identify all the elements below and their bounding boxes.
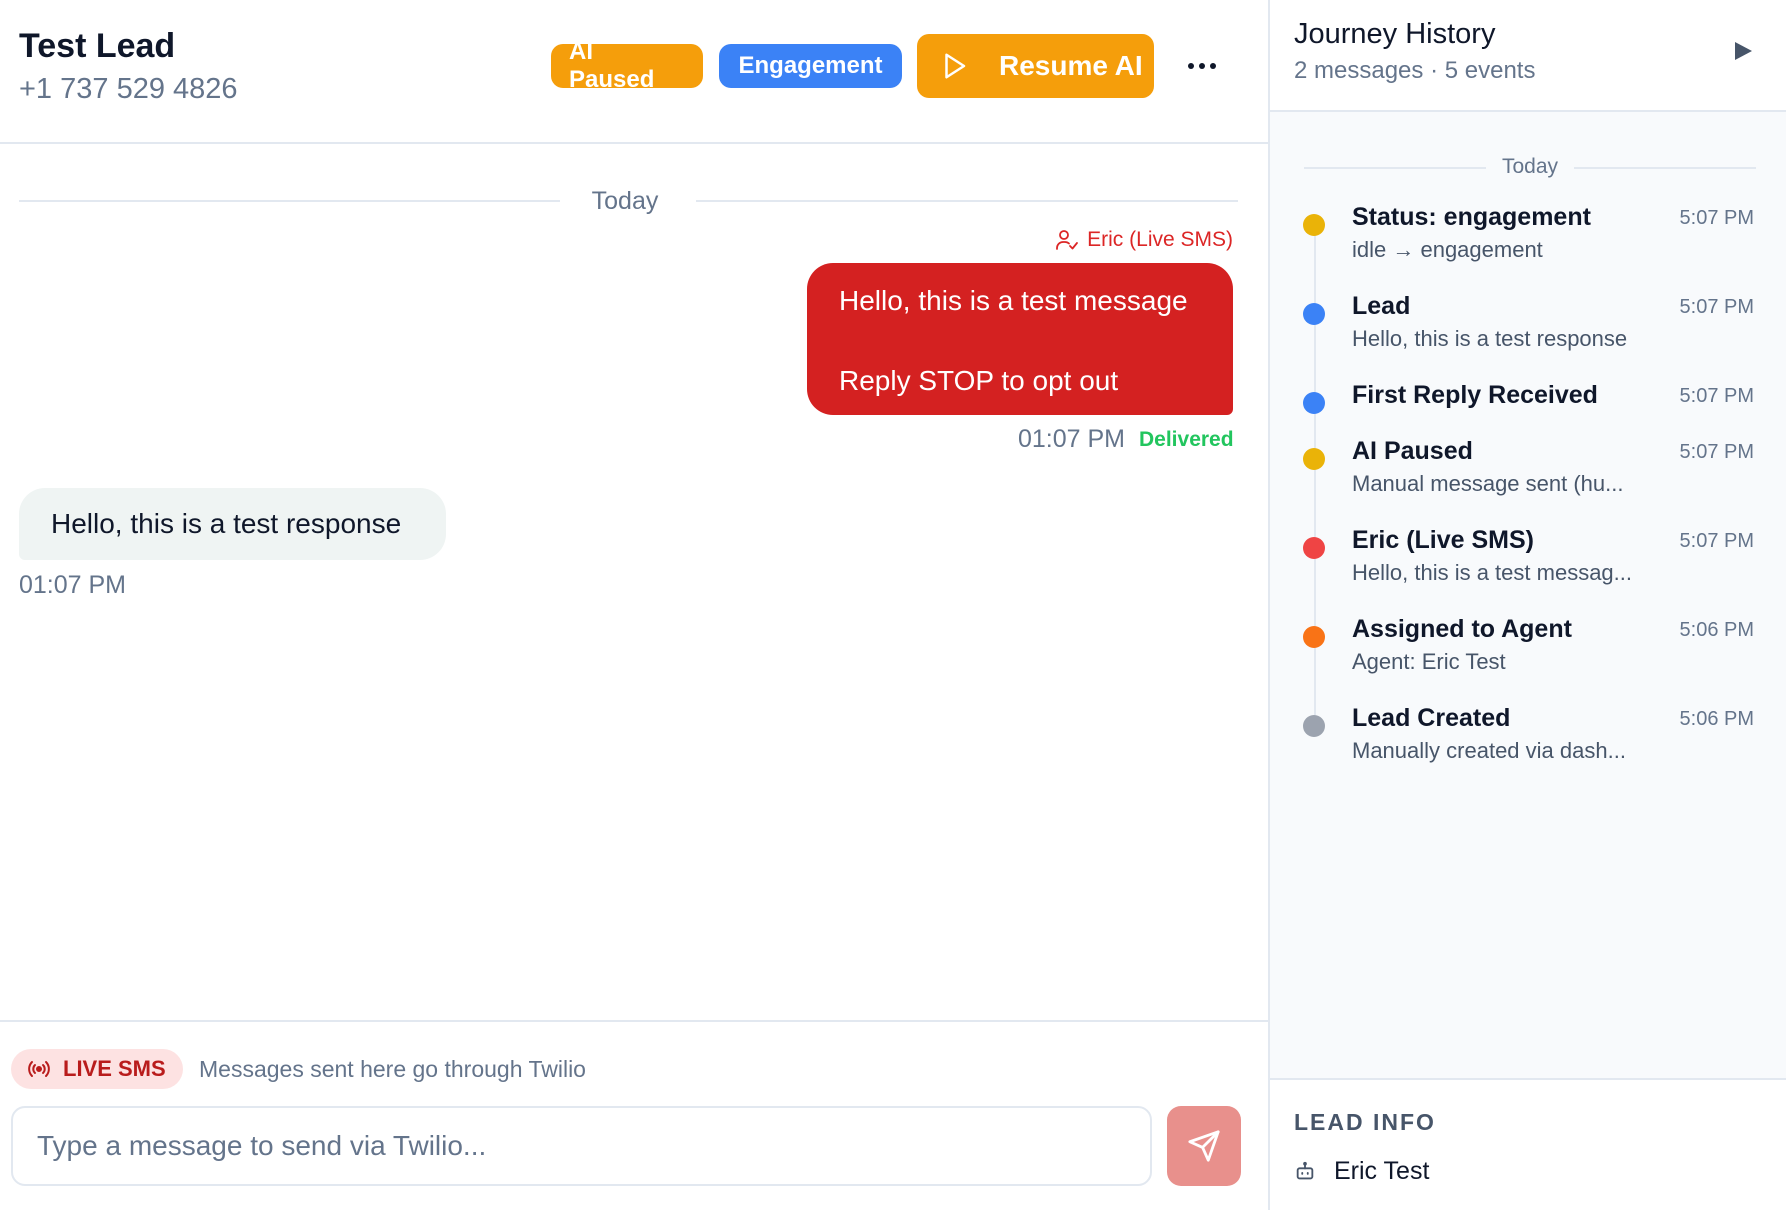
sender-label: Eric (Live SMS)	[1087, 228, 1233, 251]
chat-header: Test Lead +1 737 529 4826 AI Paused Enga…	[0, 0, 1268, 144]
send-icon	[1188, 1130, 1220, 1162]
chat-area: Test Lead +1 737 529 4826 AI Paused Enga…	[0, 0, 1268, 1210]
event-time: 5:07 PM	[1679, 296, 1754, 318]
event-title: Eric (Live SMS)	[1352, 526, 1534, 554]
event-description: Hello, this is a test response	[1352, 326, 1628, 351]
timeline-event[interactable]: Lead Created Manually created via dash..…	[1270, 704, 1786, 784]
event-dot	[1303, 303, 1325, 325]
assigned-agent: Eric Test	[1294, 1157, 1429, 1186]
message-input[interactable]	[11, 1106, 1152, 1186]
live-sms-badge: LIVE SMS	[11, 1049, 183, 1089]
lead-name: Test Lead	[19, 27, 176, 65]
lead-info-title: LEAD INFO	[1294, 1109, 1436, 1135]
timeline-event[interactable]: Assigned to Agent Agent: Eric Test 5:06 …	[1270, 615, 1786, 695]
date-divider-left	[19, 200, 560, 202]
date-divider-right	[696, 200, 1238, 202]
event-title: Status: engagement	[1352, 203, 1591, 231]
outgoing-message-time: 01:07 PM	[1018, 425, 1126, 453]
event-description: Agent: Eric Test	[1352, 649, 1506, 674]
user-check-icon	[1056, 230, 1079, 250]
message-composer: LIVE SMS Messages sent here go through T…	[0, 1020, 1268, 1210]
event-description: Manually created via dash...	[1352, 738, 1626, 763]
play-icon	[945, 53, 966, 79]
event-time: 5:07 PM	[1679, 207, 1754, 229]
outgoing-message-line2: Reply STOP to opt out	[839, 365, 1119, 396]
event-dot	[1303, 626, 1325, 648]
timeline-event[interactable]: Lead Hello, this is a test response 5:07…	[1270, 292, 1786, 372]
message-sender: Eric (Live SMS)	[1055, 228, 1233, 252]
send-button[interactable]	[1167, 1106, 1241, 1186]
incoming-message-time: 01:07 PM	[19, 571, 127, 599]
event-dot	[1303, 392, 1325, 414]
agent-name: Eric Test	[1334, 1157, 1430, 1185]
event-time: 5:07 PM	[1679, 530, 1754, 552]
event-time: 5:06 PM	[1679, 708, 1754, 730]
timeline-event[interactable]: Status: engagement idle → engagement 5:0…	[1270, 203, 1786, 283]
live-sms-label: LIVE SMS	[63, 1056, 166, 1081]
event-time: 5:07 PM	[1679, 441, 1754, 463]
more-options-button[interactable]	[1180, 46, 1224, 86]
timeline-event[interactable]: AI Paused Manual message sent (hu... 5:0…	[1270, 437, 1786, 517]
event-description: Hello, this is a test messag...	[1352, 560, 1632, 585]
timeline-date-divider-right	[1574, 167, 1756, 169]
event-time: 5:07 PM	[1679, 385, 1754, 407]
panel-title: Journey History	[1294, 18, 1496, 50]
event-title: First Reply Received	[1352, 381, 1598, 409]
resume-ai-button[interactable]: Resume AI	[917, 34, 1154, 98]
event-dot	[1303, 715, 1325, 737]
delivery-status: Delivered	[1139, 428, 1234, 451]
twilio-note: Messages sent here go through Twilio	[199, 1056, 586, 1082]
lead-phone: +1 737 529 4826	[19, 73, 238, 105]
event-description: idle → engagement	[1352, 237, 1543, 262]
event-dot	[1303, 214, 1325, 236]
resume-ai-label: Resume AI	[999, 50, 1143, 81]
broadcast-icon	[28, 1061, 50, 1077]
collapse-panel-button[interactable]	[1728, 36, 1758, 66]
date-divider-label: Today	[591, 187, 659, 215]
play-triangle-icon	[1735, 42, 1752, 60]
stage-badge[interactable]: Engagement	[719, 44, 902, 88]
event-dot	[1303, 448, 1325, 470]
timeline-date-divider-left	[1304, 167, 1486, 169]
timeline-event[interactable]: Eric (Live SMS) Hello, this is a test me…	[1270, 526, 1786, 606]
event-title: Lead Created	[1352, 704, 1511, 732]
event-title: Assigned to Agent	[1352, 615, 1572, 643]
event-title: AI Paused	[1352, 437, 1473, 465]
event-description: Manual message sent (hu...	[1352, 471, 1624, 496]
journey-history-panel: Journey History 2 messages · 5 events To…	[1268, 0, 1786, 1210]
panel-subtitle: 2 messages · 5 events	[1294, 57, 1536, 84]
ellipsis-icon	[1188, 63, 1216, 69]
ai-paused-badge: AI Paused	[551, 38, 703, 93]
bot-icon	[1296, 1161, 1314, 1179]
panel-header: Journey History 2 messages · 5 events	[1270, 0, 1786, 112]
event-title: Lead	[1352, 292, 1411, 320]
outgoing-message-line1: Hello, this is a test message	[839, 285, 1188, 316]
event-time: 5:06 PM	[1679, 619, 1754, 641]
outgoing-message: Hello, this is a test message Reply STOP…	[807, 263, 1233, 415]
lead-info-section: LEAD INFO Eric Test	[1270, 1078, 1786, 1210]
event-dot	[1303, 537, 1325, 559]
incoming-message: Hello, this is a test response	[19, 488, 446, 560]
